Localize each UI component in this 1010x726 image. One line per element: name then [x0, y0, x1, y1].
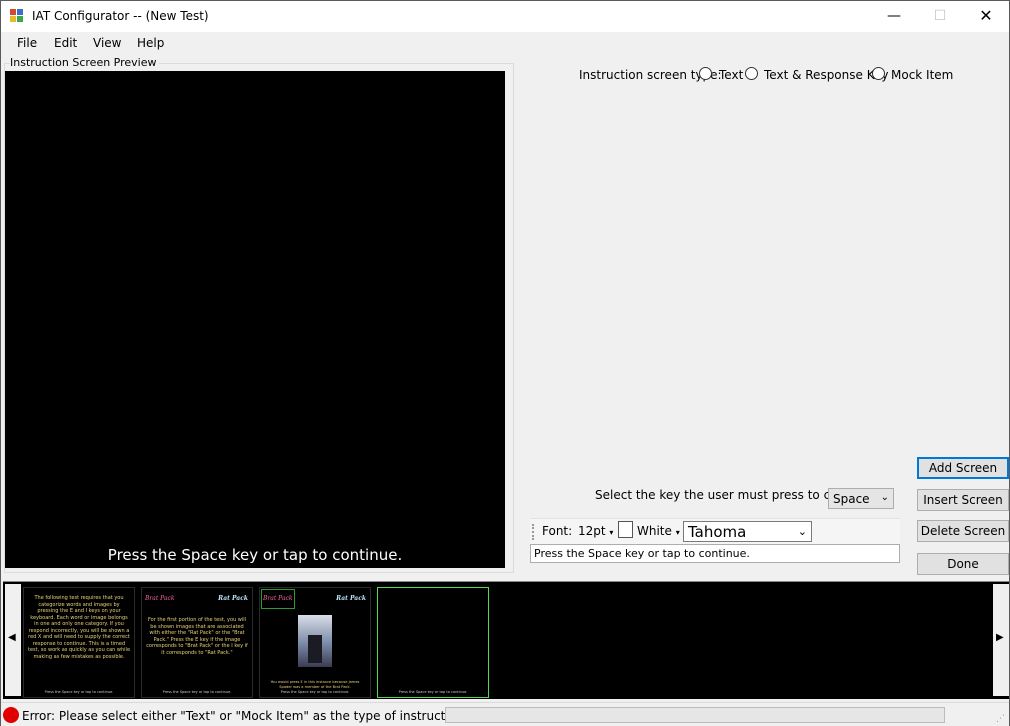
thumbnail-stimulus-image [298, 615, 332, 667]
window-title: IAT Configurator -- (New Test) [32, 9, 209, 23]
scroll-left-icon: ◀ [8, 632, 16, 643]
thumbnail-label-left: Brat Pack [145, 595, 175, 602]
radio-text-response-key-label[interactable]: Text & Response Key [764, 68, 888, 82]
size-dropdown-arrow-icon: ▾ [609, 528, 614, 537]
font-color-swatch[interactable] [618, 521, 633, 538]
scroll-right-button[interactable]: ▶ [993, 584, 1009, 696]
thumbnail-label-right: Rat Pack [336, 595, 366, 602]
instruction-preview: Press the Space key or tap to continue. [5, 71, 505, 568]
close-icon[interactable]: ✕ [963, 1, 1009, 31]
thumbnail-label-left: Brat Pack [263, 595, 293, 602]
thumbnail-screen-4[interactable]: Press the Space key or tap to continue. [377, 587, 489, 698]
dropdown-arrow-icon: ⌄ [880, 492, 889, 503]
scroll-left-button[interactable]: ◀ [5, 584, 21, 696]
resize-grip-icon[interactable]: ⋰ [996, 714, 1005, 724]
thumbnail-screen-2[interactable]: Brat Pack Rat Pack For the first portion… [141, 587, 253, 698]
radio-mock-item-label[interactable]: Mock Item [891, 68, 953, 82]
thumbnail-label-right: Rat Pack [218, 595, 248, 602]
maximize-icon[interactable]: ☐ [917, 1, 963, 31]
done-button[interactable]: Done [917, 553, 1009, 575]
minimize-icon[interactable]: — [871, 1, 917, 31]
thumbnail-footer: Press the Space key or tap to continue. [44, 690, 114, 694]
menu-edit[interactable]: Edit [54, 36, 77, 50]
menu-view[interactable]: View [93, 36, 121, 50]
instruction-text-input[interactable]: Press the Space key or tap to continue. [530, 544, 900, 563]
font-color-value: White [637, 524, 672, 538]
thumbnail-screen-1[interactable]: The following test requires that you cat… [23, 587, 135, 698]
app-icon [10, 9, 25, 24]
font-family-select[interactable]: Tahoma ⌄ [683, 521, 812, 542]
status-bar: Error: Please select either "Text" or "M… [1, 702, 1009, 726]
thumbnail-text: For the first portion of the test, you w… [146, 617, 248, 656]
font-family-value: Tahoma [688, 523, 747, 541]
color-dropdown-arrow-icon: ▾ [675, 528, 680, 537]
status-message: Error: Please select either "Text" or "M… [22, 709, 508, 723]
continue-key-select[interactable]: Space ⌄ [828, 488, 894, 509]
radio-text[interactable] [699, 67, 712, 80]
thumbnail-screen-3[interactable]: Brat Pack Rat Pack You would press E in … [259, 587, 371, 698]
menu-bar: File Edit View Help [1, 32, 1009, 54]
radio-text-response-key[interactable] [745, 67, 758, 80]
radio-text-label[interactable]: Text [719, 68, 743, 82]
font-label: Font: [542, 524, 573, 538]
main-window: IAT Configurator -- (New Test) — ☐ ✕ Fil… [0, 0, 1010, 726]
font-color-dropdown[interactable]: White ▾ [637, 524, 680, 538]
thumbnail-text: The following test requires that you cat… [28, 595, 131, 660]
scroll-right-icon: ▶ [996, 632, 1004, 643]
menu-file[interactable]: File [17, 36, 37, 50]
title-bar: IAT Configurator -- (New Test) — ☐ ✕ [1, 1, 1009, 32]
thumbnail-text: You would press E in this instance becau… [270, 680, 360, 689]
font-size-dropdown[interactable]: 12pt ▾ [578, 524, 613, 538]
thumbnail-footer: Press the Space key or tap to continue. [398, 690, 468, 694]
thumbnail-strip: ◀ ▶ The following test requires that you… [3, 581, 1009, 699]
continue-key-value: Space [833, 492, 870, 506]
delete-screen-button[interactable]: Delete Screen [917, 520, 1009, 542]
status-progress-bar [445, 707, 945, 723]
insert-screen-button[interactable]: Insert Screen [917, 489, 1009, 511]
font-size-value: 12pt [578, 524, 606, 538]
thumbnail-footer: Press the Space key or tap to continue. [280, 690, 350, 694]
thumbnail-footer: Press the Space key or tap to continue. [162, 690, 232, 694]
font-dropdown-arrow-icon: ⌄ [797, 525, 807, 538]
toolbar-grip[interactable] [532, 524, 535, 540]
menu-help[interactable]: Help [137, 36, 164, 50]
error-icon [3, 707, 19, 723]
add-screen-button[interactable]: Add Screen [917, 457, 1009, 479]
preview-group-label: Instruction Screen Preview [10, 56, 159, 69]
preview-continue-text: Press the Space key or tap to continue. [107, 546, 403, 564]
radio-mock-item[interactable] [872, 67, 885, 80]
